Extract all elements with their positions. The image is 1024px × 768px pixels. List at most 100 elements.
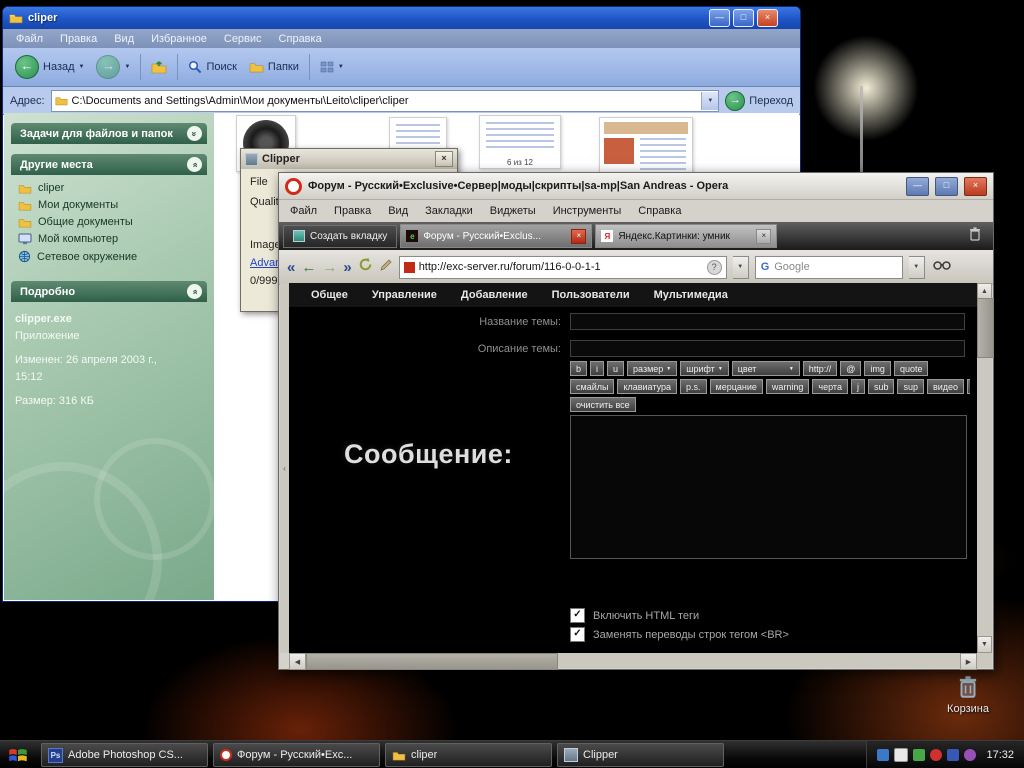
- close-button[interactable]: ×: [757, 9, 778, 27]
- bbcode-underline-button[interactable]: u: [607, 361, 625, 376]
- menu-item[interactable]: Правка: [334, 205, 371, 217]
- minimize-button[interactable]: —: [709, 9, 730, 27]
- topic-input[interactable]: [570, 313, 965, 330]
- maximize-button[interactable]: □: [733, 9, 754, 27]
- search-dropdown[interactable]: ▼: [908, 255, 925, 279]
- menu-item[interactable]: Вид: [388, 205, 408, 217]
- go-button[interactable]: → Переход: [725, 90, 793, 111]
- panel-toggle[interactable]: ‹: [280, 283, 289, 653]
- close-button[interactable]: ×: [435, 151, 453, 167]
- bbcode-clear-button[interactable]: очистить все: [570, 397, 636, 412]
- resize-grip[interactable]: [977, 653, 992, 668]
- tab-yandex[interactable]: Я Яндекс.Картинки: умник ×: [595, 224, 778, 248]
- scrollbar-thumb[interactable]: [306, 653, 558, 670]
- bbcode-bold-button[interactable]: b: [570, 361, 588, 376]
- menu-item[interactable]: Файл: [290, 205, 317, 217]
- menu-item[interactable]: Правка: [60, 33, 97, 45]
- close-button[interactable]: ×: [964, 176, 987, 196]
- br-convert-checkbox[interactable]: ✓: [570, 627, 585, 642]
- address-dropdown[interactable]: ▼: [701, 91, 719, 110]
- menu-item[interactable]: Файл: [16, 33, 43, 45]
- sidebar-item-network[interactable]: Сетевое окружение: [18, 250, 206, 263]
- task-button-cliper[interactable]: cliper: [385, 743, 552, 767]
- forum-nav-link[interactable]: Пользователи: [552, 289, 630, 301]
- tab-close-button[interactable]: ×: [571, 228, 587, 244]
- back-button[interactable]: ←: [301, 259, 316, 276]
- clock[interactable]: 17:32: [986, 749, 1014, 761]
- bbcode-sub-button[interactable]: sub: [867, 379, 895, 394]
- recycle-bin[interactable]: Корзина: [936, 674, 1000, 715]
- maximize-button[interactable]: □: [935, 176, 958, 196]
- forward-button[interactable]: →: [322, 259, 337, 276]
- reload-button[interactable]: [358, 257, 373, 277]
- start-button[interactable]: [0, 741, 36, 768]
- rewind-button[interactable]: «: [287, 259, 295, 276]
- tab-forum[interactable]: e Форум - Русский•Exclus... ×: [400, 224, 593, 248]
- file-thumbnail[interactable]: 6 из 12: [479, 115, 561, 169]
- message-textarea[interactable]: [570, 415, 967, 559]
- html-tags-checkbox[interactable]: ✓: [570, 608, 585, 623]
- menu-item[interactable]: Избранное: [151, 33, 207, 45]
- url-input[interactable]: http://exc-server.ru/forum/116-0-0-1-1 ?: [398, 255, 727, 279]
- minimize-button[interactable]: —: [906, 176, 929, 196]
- closed-tabs-trash-button[interactable]: [968, 226, 989, 247]
- bbcode-ps-button[interactable]: p.s.: [680, 379, 707, 394]
- bbcode-email-button[interactable]: @: [840, 361, 862, 376]
- forum-nav-link[interactable]: Мультимедиа: [654, 289, 728, 301]
- bbcode-j-button[interactable]: j: [850, 379, 865, 394]
- bbcode-line-button[interactable]: черта: [812, 379, 848, 394]
- bbcode-keyboard-button[interactable]: клавиатура: [617, 379, 677, 394]
- bbcode-quote-button[interactable]: quote: [893, 361, 929, 376]
- opera-titlebar[interactable]: Форум - Русский•Exclusive•Сервер|моды|ск…: [279, 173, 993, 200]
- bbcode-italic-button[interactable]: i: [590, 361, 605, 376]
- menu-item[interactable]: Сервис: [224, 33, 262, 45]
- menu-item[interactable]: Справка: [638, 205, 681, 217]
- bbcode-img-button[interactable]: img: [864, 361, 891, 376]
- scroll-down-button[interactable]: ▼: [977, 636, 992, 653]
- help-icon[interactable]: ?: [706, 259, 722, 275]
- tray-icon[interactable]: [913, 749, 926, 761]
- horizontal-scrollbar[interactable]: ◀ ▶: [289, 653, 977, 670]
- address-input[interactable]: C:\Documents and Settings\Admin\Мои доку…: [50, 89, 720, 112]
- bbcode-warning-button[interactable]: warning: [765, 379, 810, 394]
- search-button[interactable]: Поиск: [182, 52, 242, 82]
- places-section-header[interactable]: Другие места »: [11, 154, 207, 175]
- bbcode-blink-button[interactable]: мерцание: [709, 379, 763, 394]
- tray-icon[interactable]: [877, 749, 890, 761]
- forum-nav-link[interactable]: Общее: [311, 289, 348, 301]
- bbcode-smilies-button[interactable]: смайлы: [570, 379, 615, 394]
- bbcode-audio-button[interactable]: аудио: [967, 379, 970, 394]
- scroll-left-button[interactable]: ◀: [289, 653, 306, 670]
- folders-button[interactable]: Папки: [243, 52, 305, 82]
- bbcode-sup-button[interactable]: sup: [897, 379, 924, 394]
- details-section-header[interactable]: Подробно »: [11, 281, 207, 302]
- task-button-opera[interactable]: Форум - Русский•Exc...: [213, 743, 380, 767]
- clipper-titlebar[interactable]: Clipper ×: [241, 149, 457, 169]
- menu-item[interactable]: Закладки: [425, 205, 473, 217]
- views-button[interactable]: ▼: [314, 52, 350, 82]
- search-input[interactable]: G Google: [754, 255, 903, 279]
- scroll-right-button[interactable]: ▶: [960, 653, 977, 670]
- forward-button[interactable]: → ▼: [90, 52, 136, 82]
- menu-item[interactable]: Инструменты: [553, 205, 622, 217]
- up-button[interactable]: [145, 52, 173, 82]
- sidebar-item-my-computer[interactable]: Мой компьютер: [18, 233, 206, 245]
- back-button[interactable]: ← Назад ▼: [9, 52, 90, 82]
- vertical-scrollbar[interactable]: ▲ ▼: [977, 283, 994, 653]
- bbcode-link-button[interactable]: http://: [802, 361, 838, 376]
- forum-nav-link[interactable]: Управление: [372, 289, 437, 301]
- sidebar-item-my-documents[interactable]: Мои документы: [18, 199, 206, 211]
- tray-icon[interactable]: [930, 749, 943, 761]
- new-tab-button[interactable]: Создать вкладку: [283, 224, 398, 248]
- tab-close-button[interactable]: ×: [756, 228, 772, 244]
- sidebar-item-cliper[interactable]: cliper: [18, 182, 206, 194]
- tray-icon[interactable]: [894, 748, 909, 762]
- edit-button[interactable]: [379, 258, 393, 277]
- forum-nav-link[interactable]: Добавление: [461, 289, 528, 301]
- tray-icon[interactable]: [964, 749, 977, 761]
- bbcode-size-button[interactable]: размер ▼: [627, 361, 678, 376]
- fast-forward-button[interactable]: »: [343, 259, 351, 276]
- explorer-titlebar[interactable]: cliper — □ ×: [3, 7, 800, 29]
- description-input[interactable]: [570, 340, 965, 357]
- bbcode-video-button[interactable]: видео: [926, 379, 965, 394]
